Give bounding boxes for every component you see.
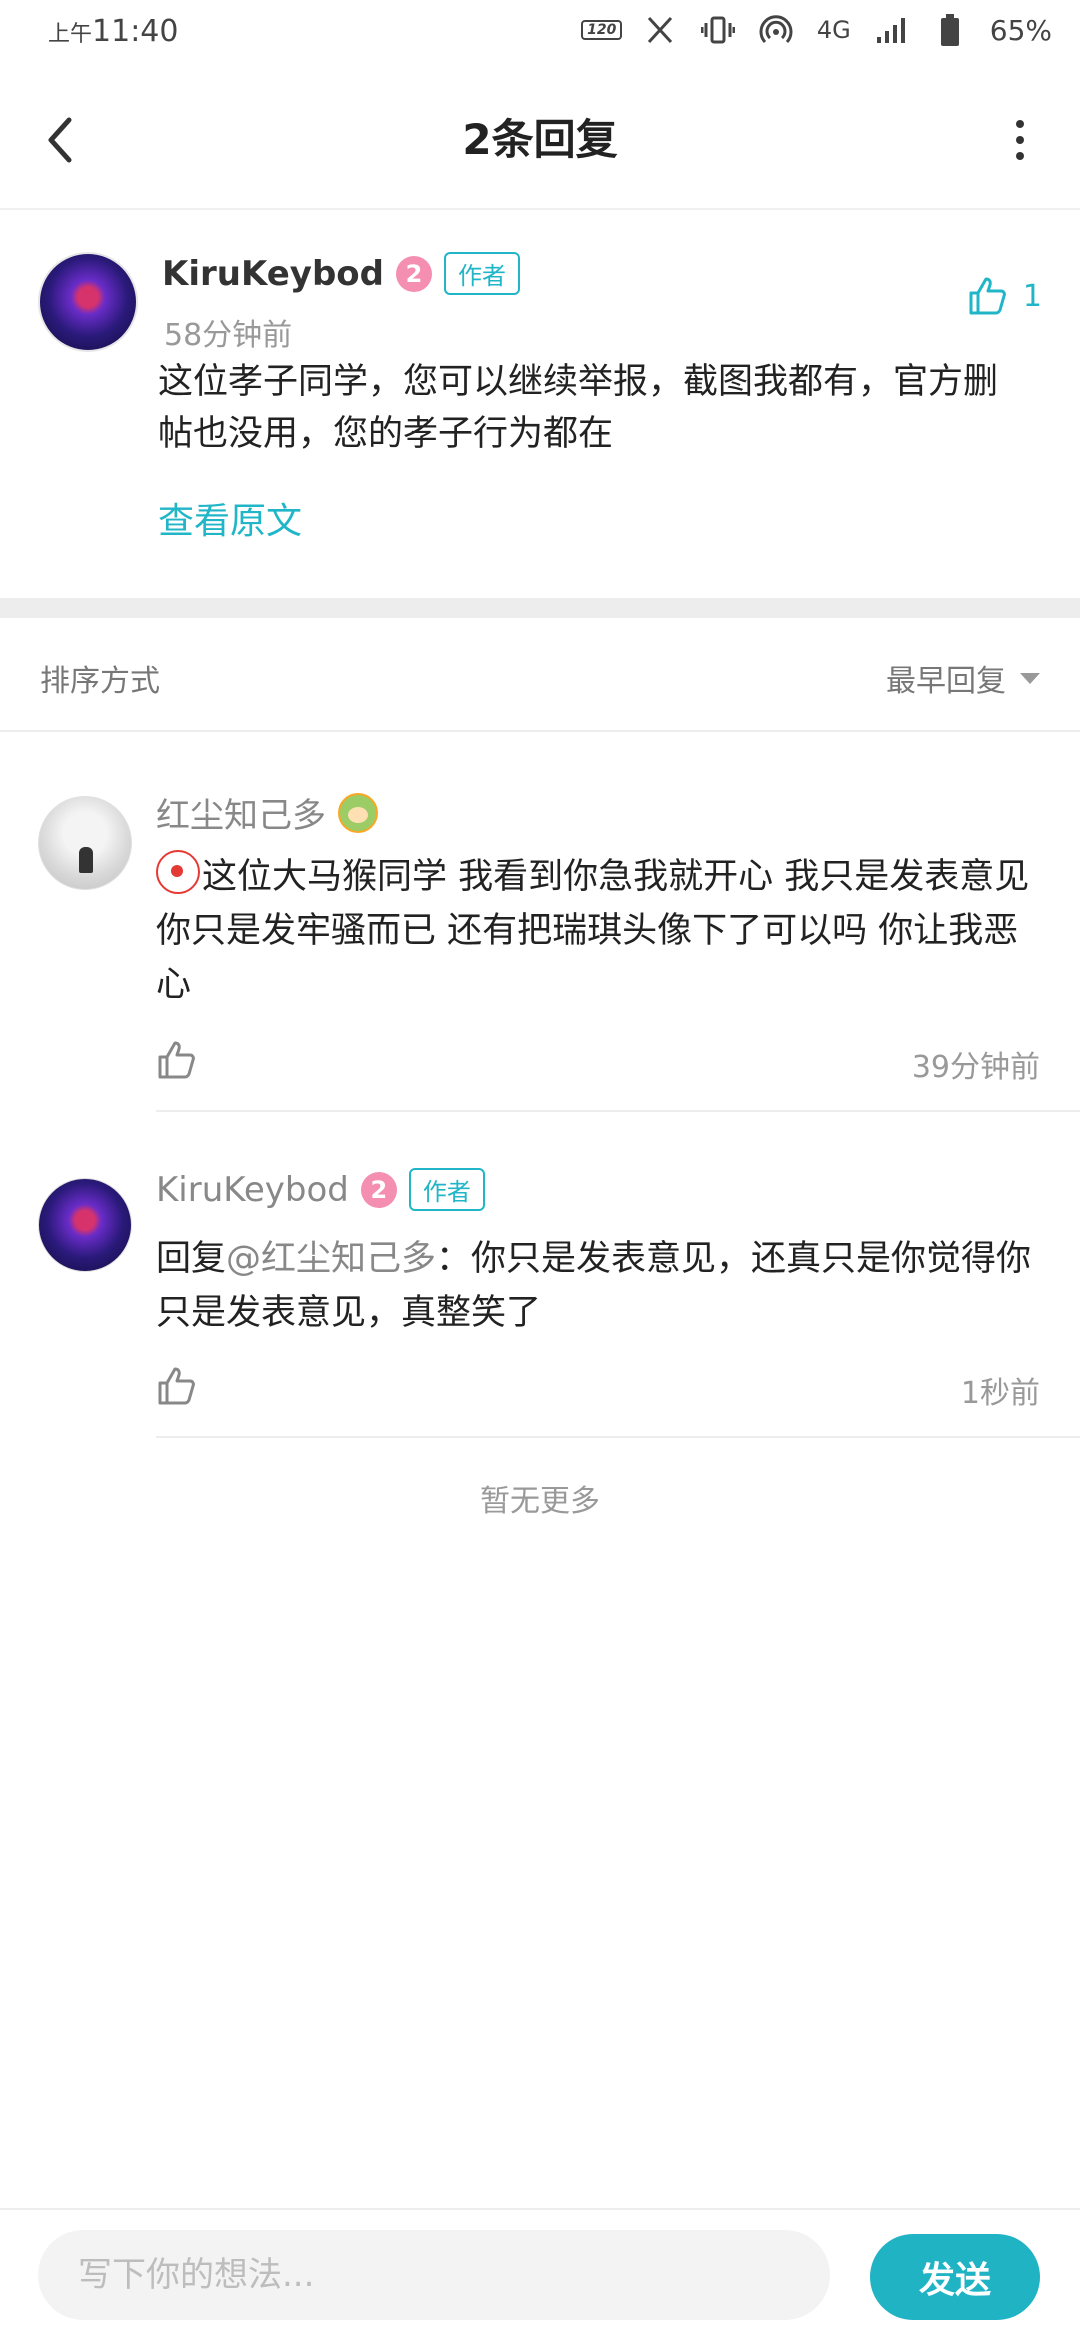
comment-input[interactable]	[38, 2230, 830, 2320]
more-options-button[interactable]	[990, 108, 1050, 172]
more-dot	[1016, 136, 1024, 144]
reply-like-button[interactable]	[156, 1366, 200, 1410]
reply-time: 39分钟前	[911, 1050, 1040, 1085]
x-app-icon	[642, 12, 678, 48]
author-tag: 作者	[408, 1168, 485, 1211]
reply-author-row: 红尘知己多	[156, 788, 378, 837]
view-original-link[interactable]: 查看原文	[158, 492, 302, 544]
sort-dropdown[interactable]: 最早回复	[886, 656, 1040, 700]
reply-separator	[156, 1436, 1080, 1438]
reply-author-name[interactable]: KiruKeybod	[156, 1170, 349, 1210]
top-app-bar: 2条回复	[0, 72, 1080, 210]
reply-avatar[interactable]	[38, 796, 132, 890]
author-name[interactable]: KiruKeybod	[162, 254, 384, 294]
more-dot	[1016, 120, 1024, 128]
thumbs-up-icon	[158, 1367, 195, 1405]
page-title: 2条回复	[462, 115, 618, 164]
no-more-text: 暂无更多	[480, 1484, 600, 1519]
status-icons: 120 4G 65%	[581, 12, 1052, 48]
refresh-rate-icon: 120	[581, 12, 623, 48]
battery-percent: 65%	[989, 13, 1052, 47]
battery-icon	[932, 12, 968, 48]
reply-text: 这位大马猴同学 我看到你急我就开心 我只是发表意见 你只是发牢骚而已 还有把瑞琪…	[156, 850, 1046, 1012]
hotspot-icon	[758, 12, 794, 48]
send-button[interactable]: 发送	[870, 2234, 1040, 2320]
author-avatar[interactable]	[38, 252, 138, 352]
main-like-button[interactable]: 1	[967, 276, 1042, 316]
status-time: 上午11:40	[48, 14, 179, 49]
mention-link[interactable]: @红尘知己多	[226, 1239, 436, 1279]
reply-author-row: KiruKeybod 2 作者	[156, 1168, 485, 1211]
reply-text: 回复@红尘知己多：你只是发表意见，还真只是你觉得你只是发表意见，真整笑了	[156, 1239, 1032, 1333]
vibrate-icon	[700, 12, 736, 48]
level-badge: 2	[360, 1171, 397, 1208]
author-tag: 作者	[443, 252, 520, 295]
clown-emoji-icon	[156, 850, 200, 894]
caret-down-icon	[1020, 672, 1040, 684]
thumbs-up-icon	[158, 1041, 195, 1079]
comment-composer: 发送	[0, 2208, 1080, 2342]
sort-value: 最早回复	[886, 664, 1006, 699]
main-comment-time: 58分钟前	[164, 318, 293, 353]
section-divider	[0, 598, 1080, 618]
thumbs-up-icon	[969, 277, 1006, 315]
sort-bar: 排序方式 最早回复	[0, 618, 1080, 732]
signal-icon	[874, 12, 910, 48]
reply-author-name[interactable]: 红尘知己多	[156, 788, 326, 837]
reply-like-button[interactable]	[156, 1040, 200, 1084]
main-comment-text: 这位孝子同学，您可以继续举报，截图我都有，官方删帖也没用，您的孝子行为都在	[158, 362, 999, 454]
emoji-avatar-icon	[338, 792, 378, 833]
reply-avatar[interactable]	[38, 1178, 132, 1272]
reply-separator	[156, 1110, 1080, 1112]
reply-time: 1秒前	[960, 1376, 1040, 1411]
main-comment-header: KiruKeybod 2 作者	[162, 252, 520, 295]
like-count: 1	[1022, 278, 1042, 314]
network-type-icon: 4G	[816, 16, 851, 44]
sort-label: 排序方式	[40, 664, 160, 699]
level-badge: 2	[395, 255, 432, 292]
status-bar: 上午11:40 120 4G 65%	[0, 0, 1080, 72]
more-dot	[1016, 152, 1024, 160]
